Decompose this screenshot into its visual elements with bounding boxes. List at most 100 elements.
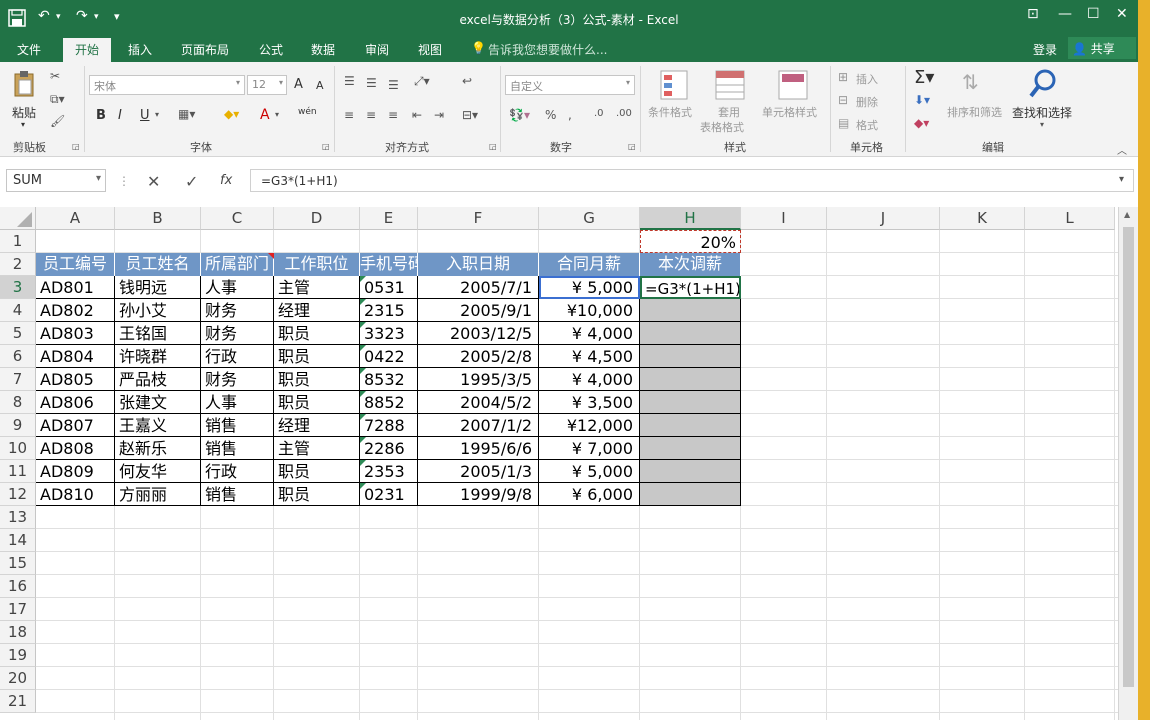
- row-header-8[interactable]: 8: [0, 391, 36, 414]
- wrap-text-icon[interactable]: ↩: [462, 74, 472, 88]
- data-cell[interactable]: AD804: [36, 345, 115, 368]
- column-header-g[interactable]: G: [539, 207, 640, 230]
- data-cell[interactable]: 方丽丽: [115, 483, 201, 506]
- tab-page-layout[interactable]: 页面布局: [181, 41, 229, 58]
- data-cell[interactable]: 3323: [360, 322, 418, 345]
- data-cell[interactable]: 1999/9/8: [418, 483, 539, 506]
- copy-icon[interactable]: ⧉▾: [50, 92, 65, 107]
- data-cell[interactable]: 财务: [201, 322, 274, 345]
- header-cell[interactable]: 手机号码: [360, 253, 418, 276]
- data-cell[interactable]: 职员: [274, 322, 360, 345]
- format-as-table-label[interactable]: 套用: [718, 104, 740, 120]
- row-header-18[interactable]: 18: [0, 621, 36, 644]
- data-cell[interactable]: AD802: [36, 299, 115, 322]
- data-cell[interactable]: 7288: [360, 414, 418, 437]
- data-cell[interactable]: 行政: [201, 460, 274, 483]
- paste-button[interactable]: 粘贴: [12, 104, 36, 121]
- data-cell[interactable]: 2005/7/1: [418, 276, 539, 299]
- name-box[interactable]: SUM ▾: [6, 169, 106, 192]
- merge-center-icon[interactable]: ⊟▾: [462, 108, 478, 122]
- header-cell[interactable]: 本次调薪: [640, 253, 741, 276]
- data-cell[interactable]: 0531: [360, 276, 418, 299]
- salary-adjust-cell[interactable]: [640, 368, 741, 391]
- data-cell[interactable]: 8852: [360, 391, 418, 414]
- data-cell[interactable]: 销售: [201, 414, 274, 437]
- find-select-icon[interactable]: [1028, 68, 1058, 100]
- data-cell[interactable]: 财务: [201, 368, 274, 391]
- insert-cells-button[interactable]: 插入: [856, 71, 878, 87]
- close-icon[interactable]: ✕: [1116, 6, 1128, 22]
- data-cell[interactable]: 2005/1/3: [418, 460, 539, 483]
- row-header-7[interactable]: 7: [0, 368, 36, 391]
- data-cell[interactable]: ¥10,000: [539, 299, 640, 322]
- column-header-j[interactable]: J: [827, 207, 940, 230]
- row-header-14[interactable]: 14: [0, 529, 36, 552]
- data-cell[interactable]: 销售: [201, 437, 274, 460]
- align-left-icon[interactable]: ≡: [344, 108, 354, 122]
- data-cell[interactable]: 职员: [274, 391, 360, 414]
- decrease-indent-icon[interactable]: ⇤: [412, 108, 422, 122]
- orientation-icon[interactable]: ⤢▾: [414, 74, 430, 89]
- header-cell[interactable]: 员工姓名: [115, 253, 201, 276]
- data-cell[interactable]: 经理: [274, 299, 360, 322]
- data-cell[interactable]: ¥ 6,000: [539, 483, 640, 506]
- header-cell[interactable]: 入职日期: [418, 253, 539, 276]
- data-cell[interactable]: ¥ 7,000: [539, 437, 640, 460]
- data-cell[interactable]: ¥ 4,500: [539, 345, 640, 368]
- column-header-a[interactable]: A: [36, 207, 115, 230]
- data-cell[interactable]: ¥ 4,000: [539, 368, 640, 391]
- data-cell[interactable]: AD807: [36, 414, 115, 437]
- tab-data[interactable]: 数据: [311, 41, 335, 58]
- scroll-thumb[interactable]: [1123, 227, 1134, 687]
- sort-filter-button[interactable]: 排序和筛选: [947, 104, 1002, 120]
- data-cell[interactable]: 2005/2/8: [418, 345, 539, 368]
- font-color-dropdown-icon[interactable]: ▾: [275, 110, 279, 119]
- tab-review[interactable]: 审阅: [365, 41, 389, 58]
- vertical-scrollbar[interactable]: ▲: [1118, 207, 1138, 720]
- row-header-5[interactable]: 5: [0, 322, 36, 345]
- select-all-corner[interactable]: [0, 207, 36, 230]
- row-header-21[interactable]: 21: [0, 690, 36, 713]
- data-cell[interactable]: AD810: [36, 483, 115, 506]
- tab-home[interactable]: 开始: [63, 38, 111, 62]
- data-cell[interactable]: 2353: [360, 460, 418, 483]
- salary-adjust-cell[interactable]: [640, 345, 741, 368]
- column-header-l[interactable]: L: [1025, 207, 1115, 230]
- borders-icon[interactable]: ▦▾: [178, 107, 195, 121]
- data-cell[interactable]: 张建文: [115, 391, 201, 414]
- sign-in-link[interactable]: 登录: [1033, 41, 1057, 58]
- data-cell[interactable]: ¥ 5,000: [539, 460, 640, 483]
- header-cell[interactable]: 员工编号: [36, 253, 115, 276]
- data-cell[interactable]: ¥12,000: [539, 414, 640, 437]
- underline-dropdown-icon[interactable]: ▾: [155, 110, 159, 119]
- row-header-19[interactable]: 19: [0, 644, 36, 667]
- format-painter-icon[interactable]: 🖌: [50, 114, 65, 128]
- tab-view[interactable]: 视图: [418, 41, 442, 58]
- clear-icon[interactable]: ◆▾: [914, 116, 929, 130]
- row-header-3[interactable]: 3: [0, 276, 36, 299]
- bold-button[interactable]: B: [96, 108, 106, 123]
- salary-adjust-cell[interactable]: [640, 460, 741, 483]
- data-cell[interactable]: 孙小艾: [115, 299, 201, 322]
- sort-filter-icon[interactable]: ⇅: [962, 70, 979, 94]
- data-cell[interactable]: 2005/9/1: [418, 299, 539, 322]
- comma-style-icon[interactable]: ,: [568, 108, 572, 122]
- data-cell[interactable]: 2315: [360, 299, 418, 322]
- data-cell[interactable]: 职员: [274, 483, 360, 506]
- font-color-button[interactable]: A: [260, 107, 270, 123]
- number-format-dropdown[interactable]: 自定义 ▾: [505, 75, 635, 95]
- column-header-f[interactable]: F: [418, 207, 539, 230]
- row-header-1[interactable]: 1: [0, 230, 36, 253]
- row-header-10[interactable]: 10: [0, 437, 36, 460]
- tab-file[interactable]: 文件: [17, 41, 41, 58]
- conditional-formatting-icon[interactable]: [660, 70, 688, 100]
- data-cell[interactable]: ¥ 4,000: [539, 322, 640, 345]
- data-cell[interactable]: 销售: [201, 483, 274, 506]
- scroll-up-icon[interactable]: ▲: [1124, 210, 1130, 219]
- data-cell[interactable]: AD809: [36, 460, 115, 483]
- paste-icon[interactable]: [12, 70, 36, 98]
- data-cell[interactable]: 人事: [201, 276, 274, 299]
- data-cell[interactable]: AD806: [36, 391, 115, 414]
- salary-adjust-cell[interactable]: [640, 437, 741, 460]
- minimize-icon[interactable]: —: [1058, 6, 1072, 22]
